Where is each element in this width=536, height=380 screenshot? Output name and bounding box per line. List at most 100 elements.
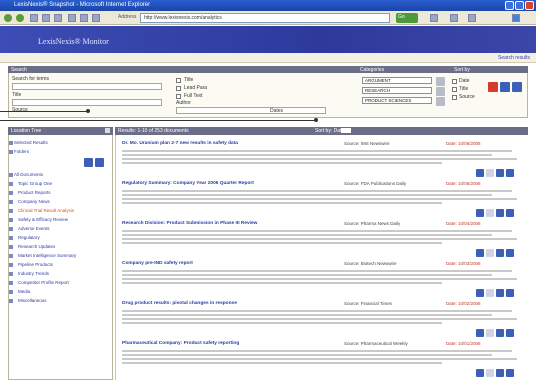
result-title[interactable]: Company pre-IND safety report bbox=[122, 261, 193, 266]
tree-item[interactable]: Miscellaneous bbox=[18, 298, 47, 303]
result-title[interactable]: Regulatory Summary: Company Year 2006 Qu… bbox=[122, 181, 254, 186]
result-title[interactable]: Pharmaceutical Company: Product safety r… bbox=[122, 341, 239, 346]
result-action-icon[interactable] bbox=[496, 369, 504, 377]
refresh-icon[interactable] bbox=[42, 14, 50, 22]
nav-remove-button[interactable] bbox=[95, 158, 104, 167]
result-snippet-line bbox=[122, 354, 492, 356]
print-icon[interactable] bbox=[430, 14, 438, 22]
home-icon[interactable] bbox=[54, 14, 62, 22]
callout-dot-2 bbox=[314, 118, 318, 122]
result-action-icon[interactable] bbox=[486, 169, 494, 177]
tree-item[interactable]: Industry Trends bbox=[18, 271, 49, 276]
result-date: Date: 10/06/2006 bbox=[446, 141, 481, 146]
mail-icon[interactable] bbox=[450, 14, 458, 22]
result-action-icon[interactable] bbox=[496, 289, 504, 297]
clear-button[interactable] bbox=[488, 82, 498, 92]
category-select-3[interactable]: PRODUCT SCIENCES bbox=[362, 97, 432, 104]
result-action-icon[interactable] bbox=[506, 329, 514, 337]
nav-selected-results[interactable]: Selected Results bbox=[14, 140, 48, 145]
result-action-icon[interactable] bbox=[486, 249, 494, 257]
options-button[interactable] bbox=[512, 82, 522, 92]
favorites-icon[interactable] bbox=[80, 14, 88, 22]
title-input[interactable] bbox=[12, 99, 162, 106]
tree-item[interactable]: Product Reports bbox=[18, 190, 51, 195]
result-action-icon[interactable] bbox=[506, 169, 514, 177]
close-button[interactable] bbox=[525, 1, 534, 10]
top-right-link[interactable]: Search results bbox=[498, 55, 530, 61]
result-action-icon[interactable] bbox=[476, 369, 484, 377]
result-action-icon[interactable] bbox=[476, 289, 484, 297]
result-action-icon[interactable] bbox=[476, 249, 484, 257]
full-text-checkbox[interactable] bbox=[176, 94, 181, 99]
sort-title-label: Title bbox=[459, 86, 469, 92]
nav-add-button[interactable] bbox=[84, 158, 93, 167]
category-select-2[interactable]: RESEARCH bbox=[362, 87, 432, 94]
result-action-icon[interactable] bbox=[476, 209, 484, 217]
result-source: Source: Biotech Newswire bbox=[344, 261, 397, 266]
forward-icon[interactable] bbox=[16, 14, 24, 22]
result-action-icon[interactable] bbox=[486, 209, 494, 217]
result-action-icon[interactable] bbox=[476, 329, 484, 337]
result-snippet-line bbox=[122, 314, 492, 316]
tree-item[interactable]: Topic Group One bbox=[18, 181, 52, 186]
tree-item[interactable]: Regulatory bbox=[18, 235, 40, 240]
result-action-icon[interactable] bbox=[476, 169, 484, 177]
back-icon[interactable] bbox=[4, 14, 12, 22]
result-action-icon[interactable] bbox=[506, 289, 514, 297]
address-bar[interactable]: http://www.lexisnexis.com/analytics bbox=[140, 13, 390, 23]
result-action-icon[interactable] bbox=[496, 249, 504, 257]
sort-date-radio[interactable] bbox=[452, 79, 457, 84]
result-snippet-line bbox=[122, 358, 517, 360]
result-snippet-line bbox=[122, 350, 512, 352]
sort-source-radio[interactable] bbox=[452, 95, 457, 100]
result-title[interactable]: Research Division: Product Submission in… bbox=[122, 221, 257, 226]
result-action-icon[interactable] bbox=[486, 329, 494, 337]
result-snippet-line bbox=[122, 362, 442, 364]
result-action-icon[interactable] bbox=[506, 209, 514, 217]
category-select-1[interactable]: ARGUMENT bbox=[362, 77, 432, 84]
result-action-icon[interactable] bbox=[506, 249, 514, 257]
collapse-icon[interactable] bbox=[105, 128, 110, 133]
tree-item[interactable]: Research Updates bbox=[18, 244, 55, 249]
result-action-icon[interactable] bbox=[496, 169, 504, 177]
callout-dot-1 bbox=[86, 109, 90, 113]
maximize-button[interactable] bbox=[515, 1, 524, 10]
stop-icon[interactable] bbox=[30, 14, 38, 22]
tree-item[interactable]: Company News bbox=[18, 199, 50, 204]
tree-item[interactable]: Market Intelligence Summary bbox=[18, 253, 76, 258]
windows-logo-icon bbox=[512, 14, 520, 22]
result-action-icon[interactable] bbox=[496, 209, 504, 217]
terms-input[interactable] bbox=[12, 83, 162, 90]
tree-item[interactable]: Adverse Events bbox=[18, 226, 50, 231]
category-add-button-2[interactable] bbox=[436, 87, 445, 96]
result-title[interactable]: Drug product results: pivotal changes in… bbox=[122, 301, 237, 306]
tree-folder-icon bbox=[9, 254, 13, 258]
tree-item[interactable]: Competitor Profile Report bbox=[18, 280, 69, 285]
search-icon[interactable] bbox=[68, 14, 76, 22]
title-checkbox[interactable] bbox=[176, 78, 181, 83]
author-input[interactable] bbox=[176, 107, 326, 114]
edit-icon[interactable] bbox=[468, 14, 476, 22]
category-add-button-3[interactable] bbox=[436, 97, 445, 106]
go-button[interactable]: Go bbox=[396, 13, 418, 23]
history-icon[interactable] bbox=[92, 14, 100, 22]
result-action-icon[interactable] bbox=[486, 289, 494, 297]
result-action-icon[interactable] bbox=[496, 329, 504, 337]
sort-select[interactable] bbox=[341, 128, 351, 133]
tree-item[interactable]: All Documents bbox=[14, 172, 43, 177]
result-action-icon[interactable] bbox=[506, 369, 514, 377]
result-action-icon[interactable] bbox=[486, 369, 494, 377]
result-title[interactable]: Dr. Mo. Uranium plan 2-7 new results in … bbox=[122, 141, 238, 146]
category-add-button[interactable] bbox=[436, 77, 445, 86]
tree-item[interactable]: Clinical Trial Result Analysis bbox=[18, 208, 74, 213]
sort-title-radio[interactable] bbox=[452, 87, 457, 92]
tree-item[interactable]: Media bbox=[18, 289, 30, 294]
tree-item[interactable]: Pipeline Products bbox=[18, 262, 53, 267]
minimize-button[interactable] bbox=[505, 1, 514, 10]
lead-para-checkbox[interactable] bbox=[176, 86, 181, 91]
tree-folder-icon bbox=[9, 290, 13, 294]
nav-folders[interactable]: Folders bbox=[14, 149, 29, 154]
app-subbar bbox=[0, 53, 536, 63]
tree-item[interactable]: Safety & Efficacy Review bbox=[18, 217, 68, 222]
search-button[interactable] bbox=[500, 82, 510, 92]
